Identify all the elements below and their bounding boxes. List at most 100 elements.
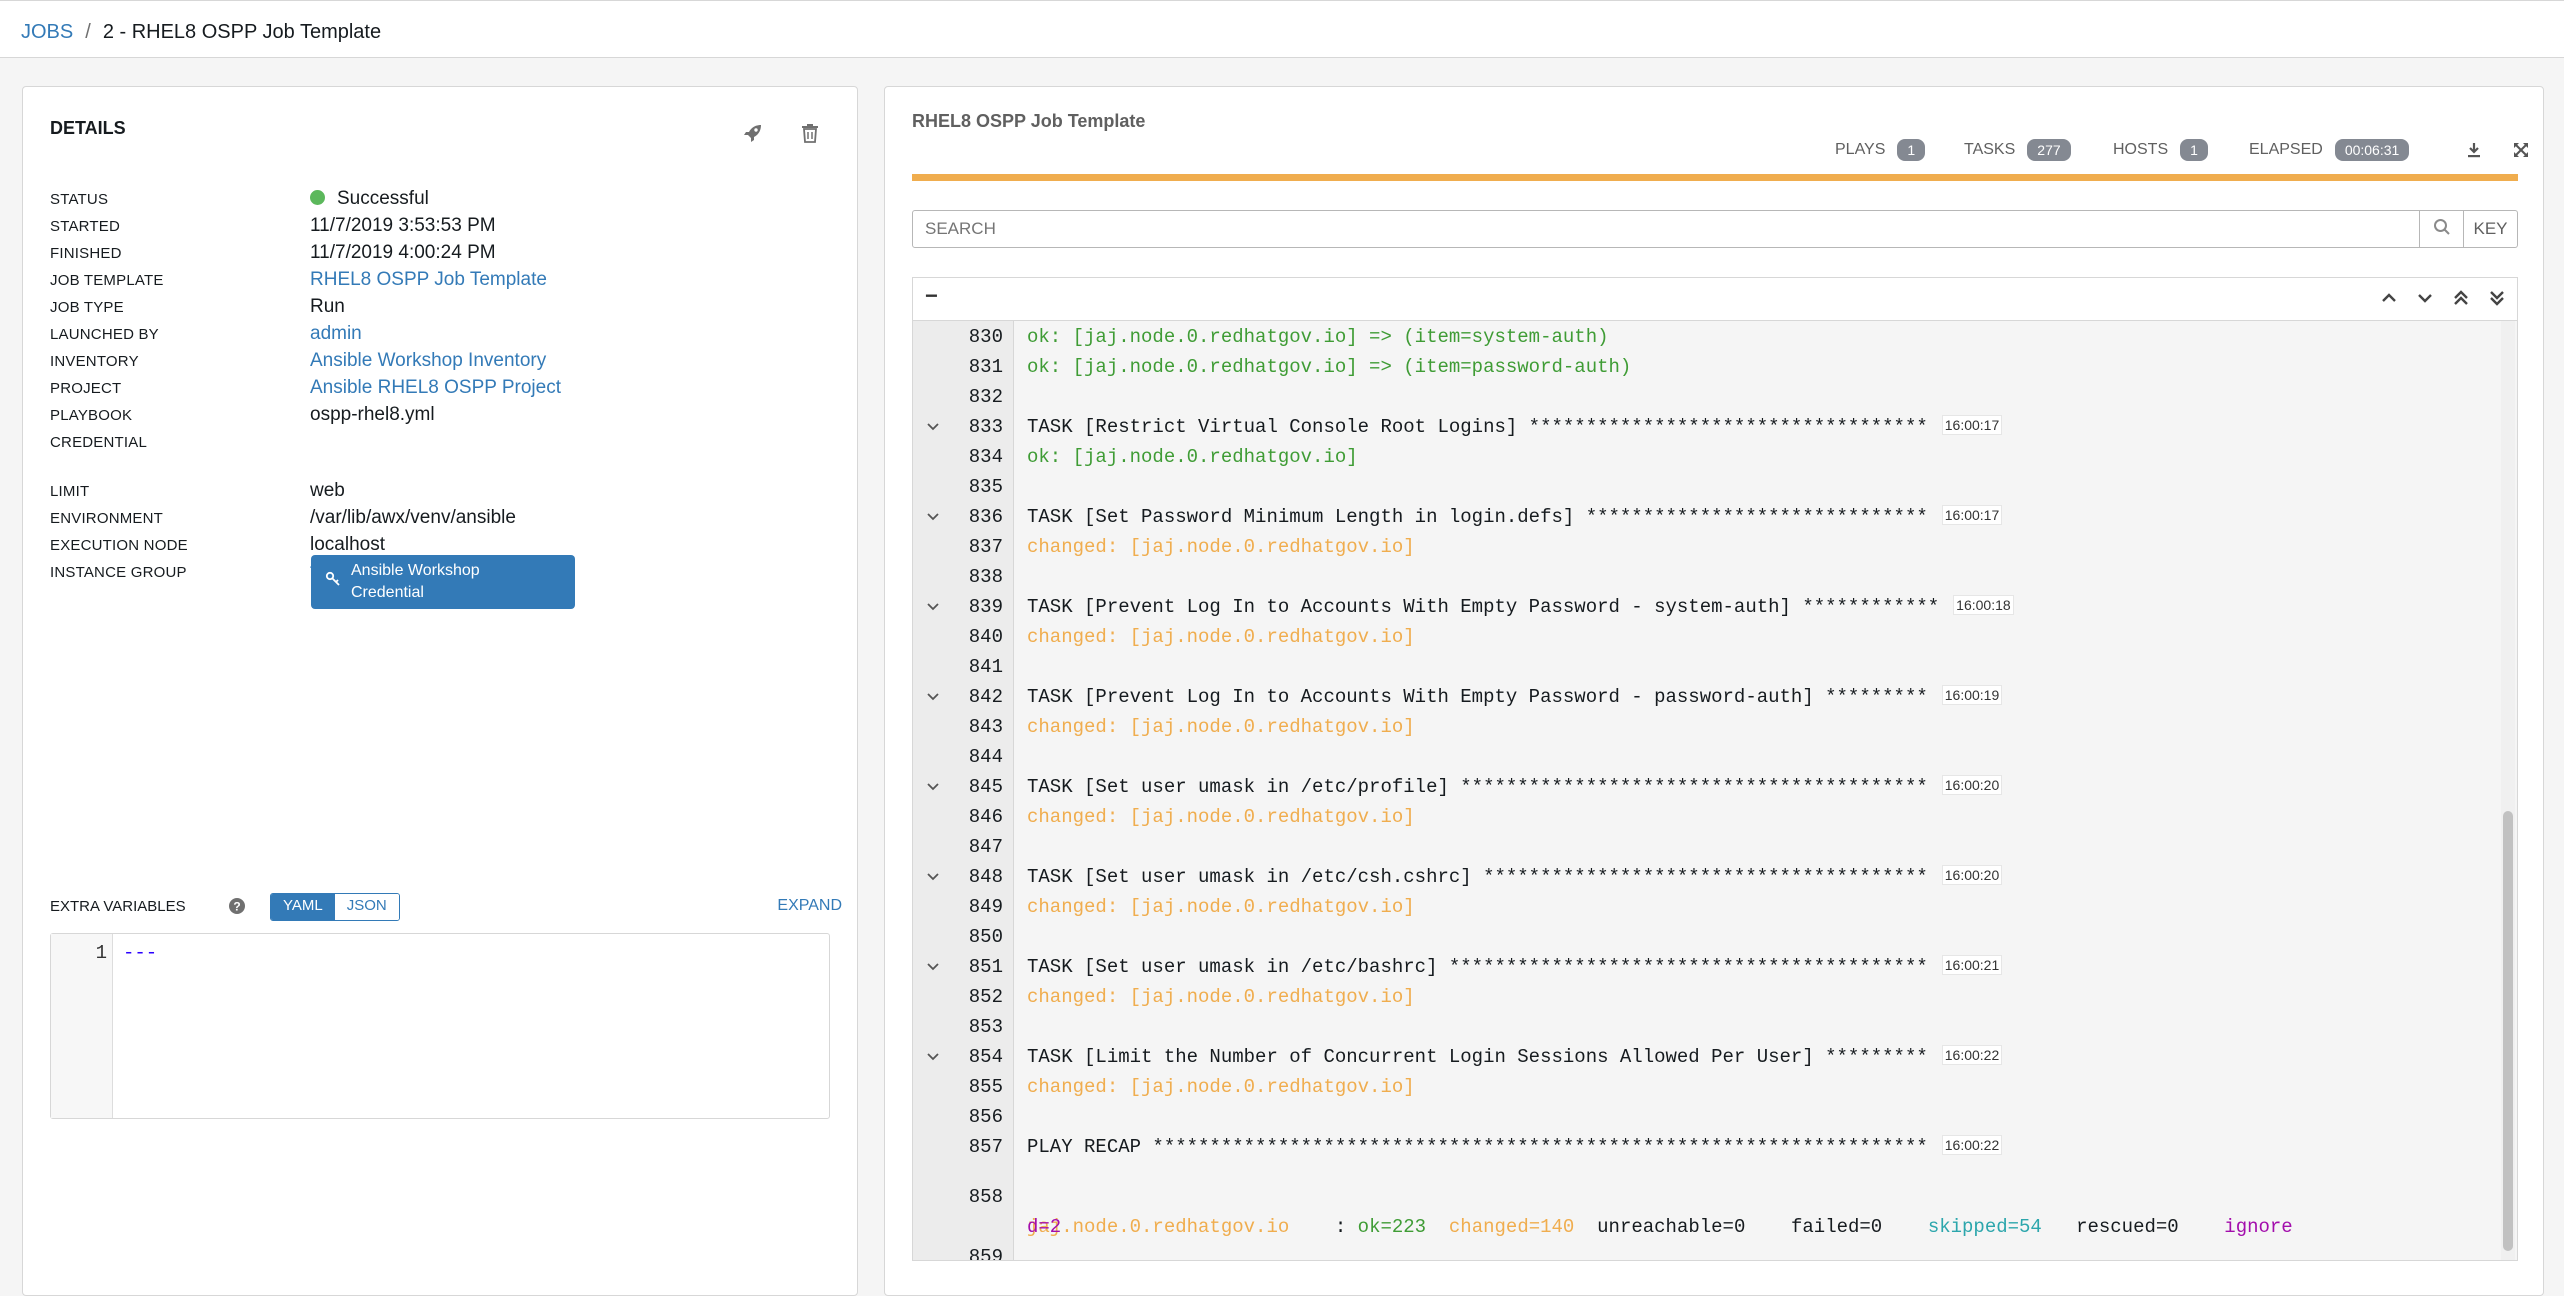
log-line-content: changed: [jaj.node.0.redhatgov.io] xyxy=(1027,1076,1415,1098)
log-line: 854 TASK [Limit the Number of Concurrent … xyxy=(913,1042,2493,1072)
log-line: 832 xyxy=(913,382,2493,412)
scroll-top-icon[interactable] xyxy=(2451,288,2471,313)
detail-value[interactable]: Ansible RHEL8 OSPP Project xyxy=(310,377,561,399)
log-line-number: 845 xyxy=(968,776,1003,798)
detail-row-limit: LIMIT web xyxy=(50,480,830,510)
log-line-text: TASK [Restrict Virtual Console Root Logi… xyxy=(1027,412,2003,442)
log-line: 833 TASK [Restrict Virtual Console Root L… xyxy=(913,412,2493,442)
log-line-number: 844 xyxy=(968,746,1003,768)
log-line: 848 TASK [Set user umask in /etc/csh.cshr… xyxy=(913,862,2493,892)
download-icon[interactable] xyxy=(2458,134,2490,166)
detail-value: 11/7/2019 4:00:24 PM xyxy=(310,242,496,263)
elapsed-label: ELAPSED xyxy=(2249,141,2323,158)
log-line: 852 changed: [jaj.node.0.redhatgov.io] xyxy=(913,982,2493,1012)
log-line: 838 xyxy=(913,562,2493,592)
log-line-text: changed: [jaj.node.0.redhatgov.io] xyxy=(1027,532,1415,562)
details-title: DETAILS xyxy=(50,118,126,138)
log-line: 846 changed: [jaj.node.0.redhatgov.io] xyxy=(913,802,2493,832)
log-line-content: ok: [jaj.node.0.redhatgov.io] => (item=p… xyxy=(1027,356,1632,378)
detail-label: STATUS xyxy=(50,191,109,208)
detail-value[interactable]: RHEL8 OSPP Job Template xyxy=(310,269,547,291)
search-button[interactable] xyxy=(2420,210,2464,248)
detail-label: JOB TEMPLATE xyxy=(50,272,164,289)
detail-row-playbook: PLAYBOOK ospp-rhel8.yml xyxy=(50,404,830,434)
log-line: 842 TASK [Prevent Log In to Accounts With… xyxy=(913,682,2493,712)
detail-row-environment: ENVIRONMENT/var/lib/awx/venv/ansible xyxy=(50,507,830,537)
log-line: 837 changed: [jaj.node.0.redhatgov.io] xyxy=(913,532,2493,562)
fullscreen-icon[interactable] xyxy=(2505,134,2537,166)
log-line-text: TASK [Set user umask in /etc/csh.cshrc] … xyxy=(1027,862,2003,892)
output-title: RHEL8 OSPP Job Template xyxy=(912,111,1146,131)
log-scrollbar-thumb[interactable] xyxy=(2503,811,2513,1251)
yaml-json-toggle: YAML JSON xyxy=(270,893,400,921)
detail-value[interactable]: admin xyxy=(310,323,362,345)
detail-row-job-template: JOB TEMPLATE RHEL8 OSPP Job Template xyxy=(50,269,830,299)
editor-line-number: 1 xyxy=(95,942,107,964)
relaunch-rocket-icon[interactable] xyxy=(737,117,769,149)
scroll-up-icon[interactable] xyxy=(2379,288,2399,313)
log-line-content: TASK [Prevent Log In to Accounts With Em… xyxy=(1027,596,1940,618)
details-panel: DETAILS STATUS Successful STARTED 11/7/2019… xyxy=(22,86,858,1296)
log-line-text: TASK [Set user umask in /etc/profile] **… xyxy=(1027,772,2003,802)
log-line-content: changed: [jaj.node.0.redhatgov.io] xyxy=(1027,716,1415,738)
detail-value: web xyxy=(310,480,345,501)
log-line-number: 846 xyxy=(968,806,1003,828)
log-line-text: changed: [jaj.node.0.redhatgov.io] xyxy=(1027,1072,1415,1102)
detail-row-launched-by: LAUNCHED BY admin xyxy=(50,323,830,353)
log-line-number: 830 xyxy=(968,326,1003,348)
credential-chip[interactable]: Ansible Workshop Credential xyxy=(311,555,575,609)
detail-label: JOB TYPE xyxy=(50,299,124,316)
detail-row-credential: CREDENTIAL xyxy=(50,431,830,461)
log-line-number: 841 xyxy=(968,656,1003,678)
scroll-bottom-icon[interactable] xyxy=(2487,288,2507,313)
task-timestamp: 16:00:17 xyxy=(1941,505,2003,525)
log-line-content: changed: [jaj.node.0.redhatgov.io] xyxy=(1027,626,1415,648)
stat-plays: PLAYS 1 xyxy=(1835,137,1926,163)
help-icon[interactable]: ? xyxy=(228,897,246,920)
log-line: 844 xyxy=(913,742,2493,772)
collapse-all-button[interactable]: − xyxy=(925,283,938,309)
yaml-toggle-button[interactable]: YAML xyxy=(271,894,335,920)
log-line: 856 xyxy=(913,1102,2493,1132)
log-line-number: 842 xyxy=(968,686,1003,708)
log-header: − xyxy=(913,278,2517,321)
delete-trash-icon[interactable] xyxy=(794,117,826,149)
key-button[interactable]: KEY xyxy=(2464,210,2518,248)
log-line-number: 839 xyxy=(968,596,1003,618)
log-line-content: TASK [Restrict Virtual Console Root Logi… xyxy=(1027,416,1928,438)
detail-label: PROJECT xyxy=(50,380,122,397)
detail-label: FINISHED xyxy=(50,245,122,262)
credential-line-2: Credential xyxy=(351,584,424,601)
log-line-text: TASK [Set Password Minimum Length in log… xyxy=(1027,502,2003,532)
log-line-text: ok: [jaj.node.0.redhatgov.io] => (item=s… xyxy=(1027,322,1609,352)
breadcrumb-jobs-link[interactable]: JOBS xyxy=(21,21,73,43)
log-line-number: 836 xyxy=(968,506,1003,528)
log-line: 847 xyxy=(913,832,2493,862)
log-line-content: TASK [Prevent Log In to Accounts With Em… xyxy=(1027,686,1928,708)
detail-value[interactable]: Ansible Workshop Inventory xyxy=(310,350,546,372)
top-bar: JOBS / 2 - RHEL8 OSPP Job Template xyxy=(0,0,2564,58)
search-input[interactable] xyxy=(913,211,2419,247)
status-success-icon xyxy=(310,190,325,205)
log-line-number: 835 xyxy=(968,476,1003,498)
log-line: 850 xyxy=(913,922,2493,952)
plays-count-badge: 1 xyxy=(1897,139,1926,161)
extra-variables-editor[interactable]: 1 --- xyxy=(50,933,830,1119)
scroll-down-icon[interactable] xyxy=(2415,288,2435,313)
log-line-content: changed: [jaj.node.0.redhatgov.io] xyxy=(1027,986,1415,1008)
expand-link[interactable]: EXPAND xyxy=(777,897,842,915)
log-line-content: TASK [Set user umask in /etc/profile] **… xyxy=(1027,776,1928,798)
json-toggle-button[interactable]: JSON xyxy=(334,894,399,920)
search-field[interactable] xyxy=(912,210,2420,248)
log-line: 836 TASK [Set Password Minimum Length in … xyxy=(913,502,2493,532)
log-line-number: 833 xyxy=(968,416,1003,438)
log-line-content: changed: [jaj.node.0.redhatgov.io] xyxy=(1027,806,1415,828)
tasks-count-badge: 277 xyxy=(2027,139,2071,161)
status-text: Successful xyxy=(337,188,429,209)
log-line-number: 831 xyxy=(968,356,1003,378)
log-line-content: TASK [Limit the Number of Concurrent Log… xyxy=(1027,1046,1928,1068)
log-line-text: TASK [Set user umask in /etc/bashrc] ***… xyxy=(1027,952,2003,982)
editor-content: --- xyxy=(123,942,158,964)
log-line-number: 852 xyxy=(968,986,1003,1008)
log-line-recap-wrap: d=2 xyxy=(913,1182,2493,1238)
